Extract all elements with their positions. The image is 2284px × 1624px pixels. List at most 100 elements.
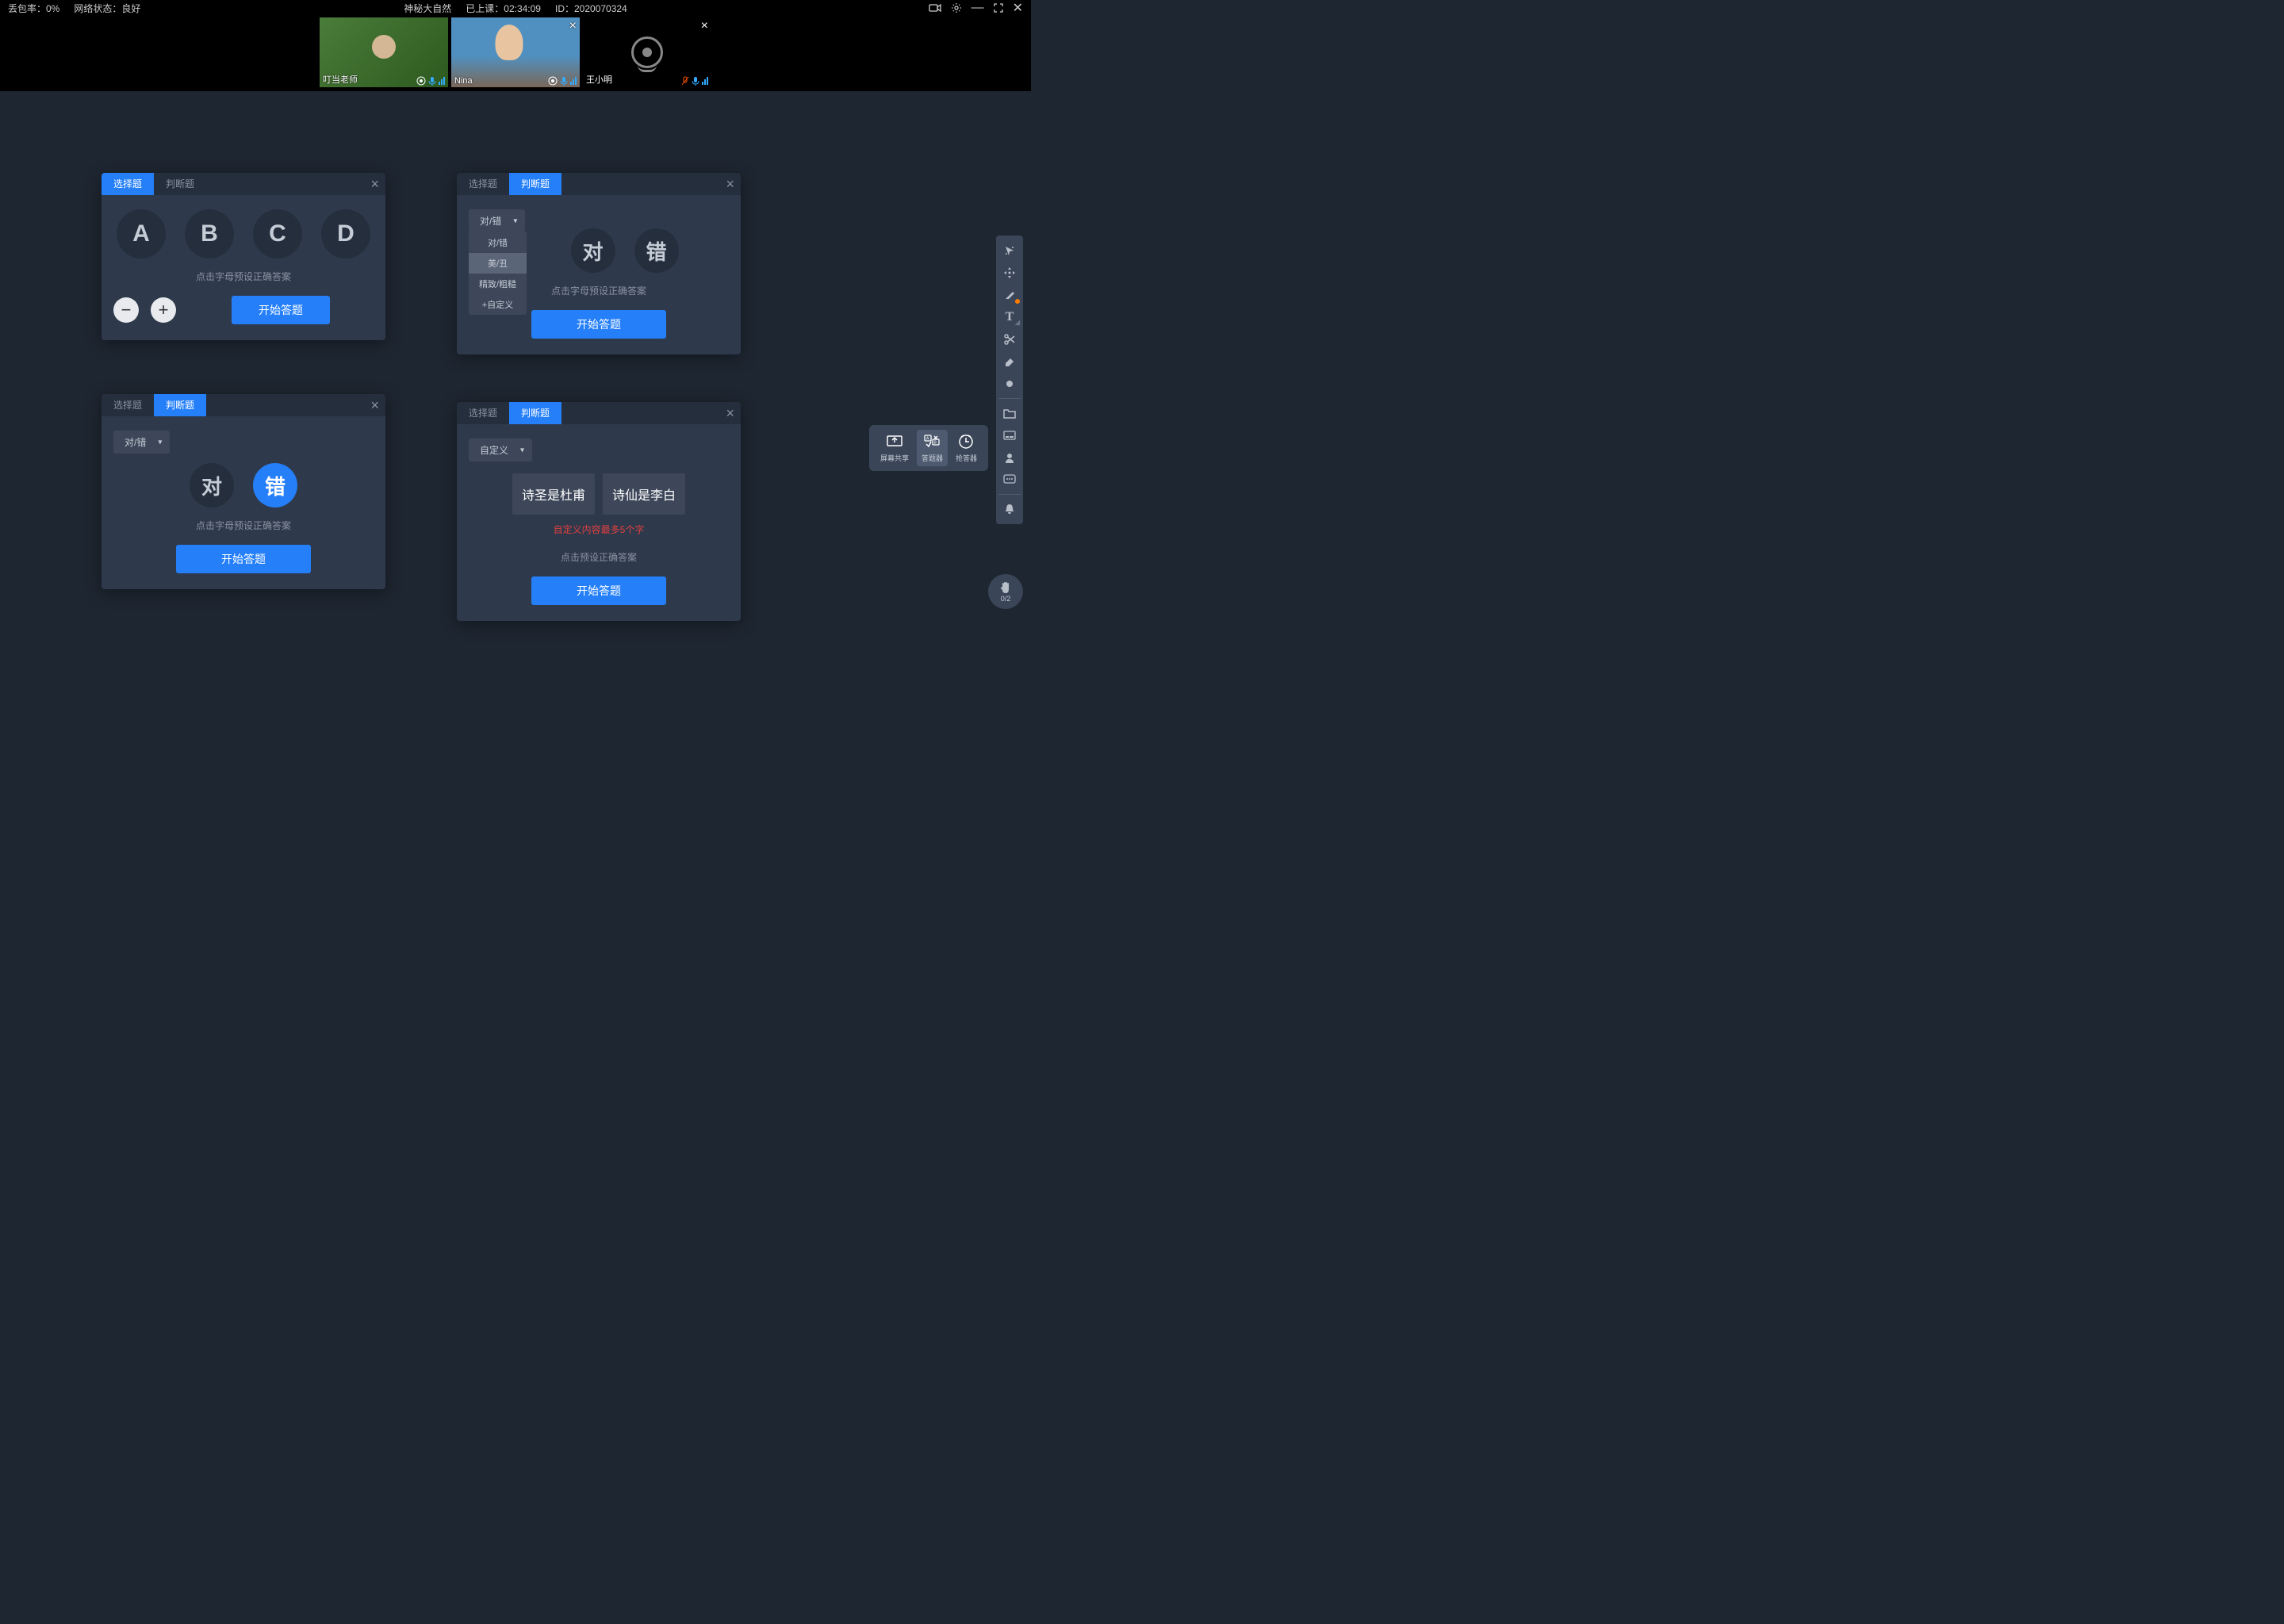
fullscreen-icon[interactable] xyxy=(994,3,1003,13)
badge-icon xyxy=(548,76,558,86)
tab-judge[interactable]: 判断题 xyxy=(154,394,206,416)
hint-text: 点击字母预设正确答案 xyxy=(113,519,374,532)
scissors-tool-icon[interactable] xyxy=(999,329,1020,350)
chat-tool-icon[interactable] xyxy=(999,469,1020,490)
custom-option-2[interactable]: 诗仙是李白 xyxy=(603,473,685,515)
folder-tool-icon[interactable] xyxy=(999,403,1020,423)
bell-tool-icon[interactable] xyxy=(999,499,1020,519)
pen-tool-icon[interactable] xyxy=(999,285,1020,305)
hint-text: 点击预设正确答案 xyxy=(469,550,729,564)
mic-icon xyxy=(692,76,699,86)
dot-tool-icon[interactable] xyxy=(999,373,1020,394)
class-id: ID：2020070324 xyxy=(555,2,627,15)
tab-choice[interactable]: 选择题 xyxy=(102,173,154,195)
tf-type-dropdown[interactable]: 对/错 对/错 美/丑 精致/粗糙 +自定义 xyxy=(469,209,525,232)
signal-icon xyxy=(702,77,708,85)
video-label-student2: 王小明 xyxy=(586,73,612,86)
dropdown-item[interactable]: 美/丑 xyxy=(469,253,527,274)
start-button[interactable]: 开始答题 xyxy=(176,545,311,573)
settings-icon[interactable] xyxy=(951,2,962,13)
subtitle-tool-icon[interactable] xyxy=(999,425,1020,446)
hand-raise-button[interactable]: 0/2 xyxy=(988,574,1023,609)
mic-icon xyxy=(560,76,568,86)
video-teacher[interactable]: 叮当老师 xyxy=(320,17,448,87)
dropdown-button[interactable]: 对/错 xyxy=(113,431,170,454)
hand-icon xyxy=(998,580,1013,595)
panel-close-icon[interactable]: × xyxy=(370,394,379,416)
error-text: 自定义内容最多5个字 xyxy=(469,523,729,536)
class-title: 神秘大自然 xyxy=(404,2,451,15)
move-tool-icon[interactable] xyxy=(999,262,1020,283)
plus-button[interactable]: + xyxy=(151,297,176,323)
start-button[interactable]: 开始答题 xyxy=(531,576,666,605)
packet-loss: 丢包率：0% xyxy=(8,2,59,15)
answer-tool-button[interactable]: AB 答题器 xyxy=(917,430,948,466)
dropdown-button[interactable]: 自定义 xyxy=(469,439,532,462)
user-tool-icon[interactable] xyxy=(999,447,1020,468)
video-close-icon[interactable]: × xyxy=(701,19,708,33)
option-d[interactable]: D xyxy=(321,209,370,259)
option-true[interactable]: 对 xyxy=(571,228,615,273)
panel-tf-dropdown: 选择题 判断题 × 对/错 对/错 美/丑 精致/粗糙 +自定义 对 错 点击字… xyxy=(457,173,741,354)
class-time: 已上课：02:34:09 xyxy=(466,2,541,15)
video-label-student1: Nina xyxy=(454,76,473,86)
camera-toggle-icon[interactable] xyxy=(929,3,941,13)
dropdown-item[interactable]: +自定义 xyxy=(469,294,527,315)
tab-choice[interactable]: 选择题 xyxy=(457,402,509,424)
tf-type-dropdown[interactable]: 自定义 xyxy=(469,439,532,462)
screen-share-button[interactable]: 屏幕共享 xyxy=(876,430,914,466)
option-c[interactable]: C xyxy=(253,209,302,259)
tf-type-dropdown[interactable]: 对/错 xyxy=(113,431,170,454)
answer-tool-icon: AB xyxy=(923,433,941,450)
network-status: 网络状态：良好 xyxy=(74,2,140,15)
eraser-tool-icon[interactable] xyxy=(999,351,1020,372)
panel-close-icon[interactable]: × xyxy=(726,402,734,424)
tab-judge[interactable]: 判断题 xyxy=(154,173,206,195)
text-tool-icon[interactable]: T◢ xyxy=(999,307,1020,327)
right-toolbar: T◢ xyxy=(996,236,1023,524)
screen-share-icon xyxy=(886,433,903,450)
tab-choice[interactable]: 选择题 xyxy=(457,173,509,195)
custom-option-1[interactable]: 诗圣是杜甫 xyxy=(512,473,595,515)
dropdown-button[interactable]: 对/错 xyxy=(469,209,525,232)
dropdown-menu: 对/错 美/丑 精致/粗糙 +自定义 xyxy=(469,232,527,315)
option-a[interactable]: A xyxy=(117,209,166,259)
video-label-teacher: 叮当老师 xyxy=(323,73,358,86)
buzzer-button[interactable]: 抢答器 xyxy=(951,430,982,466)
panel-mcq: 选择题 判断题 × A B C D 点击字母预设正确答案 − + 开始答题 xyxy=(102,173,385,340)
top-bar: 丢包率：0% 网络状态：良好 神秘大自然 已上课：02:34:09 ID：202… xyxy=(0,0,1031,16)
video-student-1[interactable]: × Nina xyxy=(451,17,580,87)
dropdown-item[interactable]: 对/错 xyxy=(469,232,527,253)
video-strip: 叮当老师 × Nina × 王小明 xyxy=(0,16,1031,91)
start-button[interactable]: 开始答题 xyxy=(232,296,330,324)
option-true[interactable]: 对 xyxy=(190,463,234,508)
hint-text: 点击字母预设正确答案 xyxy=(113,270,374,283)
signal-icon xyxy=(570,77,577,85)
panel-close-icon[interactable]: × xyxy=(726,173,734,195)
close-icon[interactable]: ✕ xyxy=(1013,0,1023,16)
signal-icon xyxy=(439,77,445,85)
pointer-tool-icon[interactable] xyxy=(999,240,1020,261)
panel-tf-answer: 选择题 判断题 × 对/错 对 错 点击字母预设正确答案 开始答题 xyxy=(102,394,385,589)
panel-close-icon[interactable]: × xyxy=(370,173,379,195)
action-panel: 屏幕共享 AB 答题器 抢答器 xyxy=(869,425,988,471)
camera-off-icon xyxy=(631,36,663,68)
tab-judge[interactable]: 判断题 xyxy=(509,402,561,424)
tab-judge[interactable]: 判断题 xyxy=(509,173,561,195)
video-close-icon[interactable]: × xyxy=(569,19,577,33)
badge-icon xyxy=(416,76,426,86)
option-false[interactable]: 错 xyxy=(253,463,297,508)
dropdown-item[interactable]: 精致/粗糙 xyxy=(469,274,527,294)
option-false[interactable]: 错 xyxy=(634,228,679,273)
tab-choice[interactable]: 选择题 xyxy=(102,394,154,416)
video-student-2[interactable]: × 王小明 xyxy=(583,17,711,87)
hand-count: 0/2 xyxy=(1001,595,1011,603)
minimize-icon[interactable]: — xyxy=(971,1,984,15)
minus-button[interactable]: − xyxy=(113,297,139,323)
panel-custom: 选择题 判断题 × 自定义 诗圣是杜甫 诗仙是李白 自定义内容最多5个字 点击预… xyxy=(457,402,741,621)
mic-muted-icon xyxy=(681,76,689,86)
buzzer-icon xyxy=(957,433,975,450)
mic-icon xyxy=(428,76,436,86)
option-b[interactable]: B xyxy=(185,209,234,259)
start-button[interactable]: 开始答题 xyxy=(531,310,666,339)
